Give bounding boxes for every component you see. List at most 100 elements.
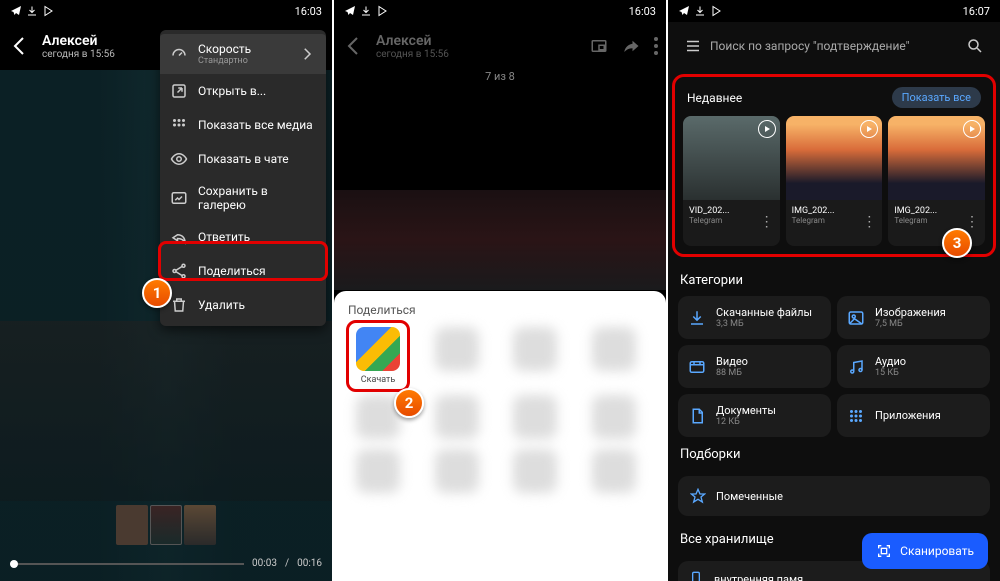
category-documents[interactable]: Документы12 КБ	[678, 394, 831, 437]
video-icon	[688, 358, 706, 376]
download-icon	[694, 5, 706, 17]
clock: 16:07	[963, 5, 990, 18]
more-icon[interactable]	[654, 37, 658, 55]
apps-icon	[847, 407, 865, 425]
menu-open-in[interactable]: Открыть в...	[160, 74, 326, 108]
pip-icon[interactable]	[590, 37, 608, 55]
play-store-icon	[42, 5, 54, 17]
play-icon	[963, 120, 981, 138]
category-videos[interactable]: Видео88 МБ	[678, 345, 831, 388]
telegram-icon	[344, 5, 356, 17]
menu-icon[interactable]	[684, 37, 702, 55]
play-icon	[860, 120, 878, 138]
telegram-icon	[10, 5, 22, 17]
back-icon[interactable]	[342, 34, 366, 58]
step-badge-2: 2	[394, 388, 424, 418]
show-all-button[interactable]: Показать все	[892, 87, 981, 108]
download-icon	[688, 309, 706, 327]
play-icon	[758, 120, 776, 138]
phone-1-media-viewer: 16:03 Алексей сегодня в 15:56 Скорость С…	[0, 0, 332, 581]
phone-3-files-app: 16:07 Поиск по запросу "подтверждение" Н…	[668, 0, 1000, 581]
menu-show-in-chat[interactable]: Показать в чате	[160, 142, 326, 176]
menu-save-gallery[interactable]: Сохранить в галерею	[160, 176, 326, 220]
card-more-icon[interactable]: ⋮	[862, 219, 876, 225]
card-more-icon[interactable]: ⋮	[760, 219, 774, 225]
recent-card[interactable]: VID_202...Telegram⋮	[683, 116, 780, 246]
highlight-box-3: Недавнее Показать все VID_202...Telegram…	[672, 74, 996, 257]
seek-bar[interactable]: 00:03/ 00:16	[10, 558, 322, 569]
collections-title: Подборки	[668, 437, 1000, 470]
scan-icon	[876, 543, 892, 559]
timestamp: сегодня в 15:56	[42, 49, 115, 60]
play-store-icon	[376, 5, 388, 17]
grid-icon	[170, 116, 188, 134]
back-icon[interactable]	[8, 34, 32, 58]
status-bar: 16:03	[334, 0, 666, 22]
image-icon	[847, 309, 865, 327]
share-target-blur[interactable]	[584, 327, 644, 385]
search-placeholder: Поиск по запросу "подтверждение"	[710, 39, 958, 53]
external-icon	[170, 82, 188, 100]
share-target-blur[interactable]	[348, 449, 408, 493]
share-target-blur[interactable]	[427, 327, 487, 385]
thumbnail-strip[interactable]	[116, 505, 216, 545]
menu-speed-value: Стандартно	[198, 56, 251, 66]
document-icon	[688, 407, 706, 425]
menu-speed[interactable]: Скорость Стандартно	[160, 34, 326, 74]
recent-card[interactable]: IMG_202...Telegram⋮	[786, 116, 883, 246]
starred-collection[interactable]: Помеченные	[678, 476, 990, 516]
categories-title: Категории	[668, 263, 1000, 296]
clock: 16:03	[295, 5, 322, 18]
chat-name: Алексей	[42, 33, 115, 49]
category-audio[interactable]: Аудио15 КБ	[837, 345, 990, 388]
context-menu: Скорость Стандартно Открыть в... Показат…	[160, 30, 326, 326]
step-badge-3: 3	[942, 228, 972, 258]
card-more-icon[interactable]: ⋮	[965, 219, 979, 225]
forward-icon[interactable]	[622, 37, 640, 55]
share-target-blur[interactable]	[427, 395, 487, 439]
share-target-blur[interactable]	[584, 395, 644, 439]
menu-delete[interactable]: Удалить	[160, 288, 326, 322]
highlight-box-2	[346, 320, 410, 392]
viewer-header-dim: Алексей сегодня в 15:56	[334, 22, 666, 70]
time-total: 00:16	[297, 558, 322, 569]
chat-name: Алексей	[376, 33, 449, 49]
time-current: 00:03	[252, 558, 277, 569]
phone-2-share-sheet: 16:03 Алексей сегодня в 15:56 7 из 8 Под…	[334, 0, 666, 581]
step-badge-1: 1	[142, 278, 172, 308]
phone-icon	[688, 571, 704, 581]
share-target-blur[interactable]	[505, 449, 565, 493]
eye-icon	[170, 150, 188, 168]
gauge-icon	[170, 45, 188, 63]
search-bar[interactable]: Поиск по запросу "подтверждение"	[676, 26, 992, 66]
media-counter: 7 из 8	[334, 70, 666, 83]
download-icon	[26, 5, 38, 17]
recent-card[interactable]: IMG_202...Telegram⋮	[888, 116, 985, 246]
trash-icon	[170, 296, 188, 314]
category-downloads[interactable]: Скачанные файлы3,3 МБ	[678, 296, 831, 339]
clock: 16:03	[629, 5, 656, 18]
telegram-icon	[678, 5, 690, 17]
share-target-blur[interactable]	[505, 327, 565, 385]
scan-button[interactable]: Сканировать	[862, 533, 988, 569]
recent-title: Недавнее	[687, 91, 742, 105]
download-icon	[360, 5, 372, 17]
music-icon	[847, 358, 865, 376]
play-store-icon	[710, 5, 722, 17]
highlight-box-1	[158, 241, 328, 281]
menu-speed-label: Скорость	[198, 42, 251, 56]
menu-all-media[interactable]: Показать все медиа	[160, 108, 326, 142]
share-target-blur[interactable]	[505, 395, 565, 439]
category-images[interactable]: Изображения7,5 МБ	[837, 296, 990, 339]
video-frame-dim	[334, 190, 666, 290]
search-icon[interactable]	[966, 37, 984, 55]
share-target-blur[interactable]	[427, 449, 487, 493]
chevron-right-icon	[298, 45, 316, 63]
timestamp: сегодня в 15:56	[376, 49, 449, 60]
category-apps[interactable]: Приложения	[837, 394, 990, 437]
share-sheet-title: Поделиться	[348, 303, 652, 317]
star-icon	[690, 488, 706, 504]
image-download-icon	[170, 189, 188, 207]
status-bar: 16:03	[0, 0, 332, 22]
share-target-blur[interactable]	[584, 449, 644, 493]
